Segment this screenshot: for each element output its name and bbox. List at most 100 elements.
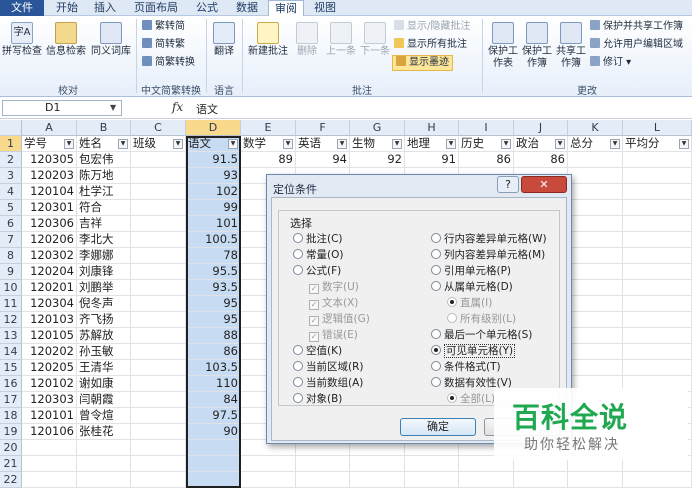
table-cell[interactable] bbox=[623, 200, 692, 216]
tab-insert[interactable]: 插入 bbox=[88, 0, 122, 16]
table-cell[interactable] bbox=[186, 472, 241, 488]
filter-dropdown-icon[interactable]: ▼ bbox=[610, 139, 620, 149]
table-cell[interactable]: 120204 bbox=[22, 264, 77, 280]
table-cell[interactable]: 杜学江 bbox=[77, 184, 131, 200]
table-cell[interactable]: 110 bbox=[186, 376, 241, 392]
table-cell[interactable] bbox=[568, 152, 623, 168]
tab-review[interactable]: 审阅 bbox=[268, 0, 304, 17]
previous-comment-button[interactable]: 上一条 bbox=[324, 22, 358, 58]
table-cell[interactable] bbox=[623, 168, 692, 184]
row-header[interactable]: 12 bbox=[0, 312, 22, 328]
filter-dropdown-icon[interactable]: ▼ bbox=[337, 139, 347, 149]
row-header[interactable]: 10 bbox=[0, 280, 22, 296]
table-cell[interactable]: 78 bbox=[186, 248, 241, 264]
tab-formulas[interactable]: 公式 bbox=[190, 0, 224, 16]
row-header[interactable]: 16 bbox=[0, 376, 22, 392]
checkbox-option[interactable]: ✓ 错误(E) bbox=[309, 329, 358, 342]
table-cell[interactable]: 91.5 bbox=[186, 152, 241, 168]
filter-dropdown-icon[interactable]: ▼ bbox=[228, 139, 238, 149]
table-cell[interactable]: 刘鹏举 bbox=[77, 280, 131, 296]
row-header[interactable]: 20 bbox=[0, 440, 22, 456]
table-cell[interactable] bbox=[22, 440, 77, 456]
table-cell[interactable] bbox=[131, 200, 186, 216]
track-changes-button[interactable]: 修订 ▾ bbox=[590, 56, 631, 70]
table-cell[interactable] bbox=[568, 472, 623, 488]
table-cell[interactable] bbox=[77, 440, 131, 456]
table-cell[interactable]: 94 bbox=[296, 152, 350, 168]
table-cell[interactable]: 120201 bbox=[22, 280, 77, 296]
delete-comment-button[interactable]: 删除 bbox=[292, 22, 322, 58]
table-cell[interactable] bbox=[131, 376, 186, 392]
radio-option[interactable]: 空值(K) bbox=[293, 345, 342, 358]
table-cell[interactable] bbox=[623, 312, 692, 328]
show-ink-button[interactable]: 显示墨迹 bbox=[392, 55, 453, 71]
table-cell[interactable]: 120206 bbox=[22, 232, 77, 248]
row-header[interactable]: 7 bbox=[0, 232, 22, 248]
table-cell[interactable] bbox=[623, 232, 692, 248]
table-cell[interactable]: 95.5 bbox=[186, 264, 241, 280]
formula-input[interactable]: 语文 bbox=[196, 101, 218, 117]
spell-check-button[interactable]: 字A 拼写检查 bbox=[2, 22, 42, 58]
table-cell[interactable]: 95 bbox=[186, 312, 241, 328]
radio-option[interactable]: 当前数组(A) bbox=[293, 377, 363, 390]
row-header[interactable]: 5 bbox=[0, 200, 22, 216]
row-header[interactable]: 21 bbox=[0, 456, 22, 472]
table-cell[interactable]: 120301 bbox=[22, 200, 77, 216]
row-header[interactable]: 8 bbox=[0, 248, 22, 264]
table-cell[interactable] bbox=[568, 280, 623, 296]
table-cell[interactable] bbox=[131, 472, 186, 488]
table-cell[interactable]: 101 bbox=[186, 216, 241, 232]
table-cell[interactable]: 包宏伟 bbox=[77, 152, 131, 168]
table-cell[interactable]: 张桂花 bbox=[77, 424, 131, 440]
next-comment-button[interactable]: 下一条 bbox=[358, 22, 392, 58]
row-header[interactable]: 14 bbox=[0, 344, 22, 360]
table-cell[interactable] bbox=[131, 168, 186, 184]
show-hide-comment-button[interactable]: 显示/隐藏批注 bbox=[394, 20, 470, 34]
row-header[interactable]: 18 bbox=[0, 408, 22, 424]
table-cell[interactable]: 120101 bbox=[22, 408, 77, 424]
table-cell[interactable] bbox=[623, 280, 692, 296]
table-cell[interactable] bbox=[623, 248, 692, 264]
table-cell[interactable]: 86 bbox=[459, 152, 514, 168]
table-cell[interactable]: 120305 bbox=[22, 152, 77, 168]
table-cell[interactable]: 88 bbox=[186, 328, 241, 344]
filter-dropdown-icon[interactable]: ▼ bbox=[555, 139, 565, 149]
table-cell[interactable]: 120302 bbox=[22, 248, 77, 264]
table-cell[interactable]: 102 bbox=[186, 184, 241, 200]
table-cell[interactable] bbox=[623, 472, 692, 488]
checkbox-option[interactable]: ✓ 数字(U) bbox=[309, 281, 359, 294]
row-header[interactable]: 11 bbox=[0, 296, 22, 312]
table-cell[interactable] bbox=[131, 360, 186, 376]
share-workbook-button[interactable]: 共享工作簿 bbox=[554, 22, 588, 70]
table-cell[interactable] bbox=[350, 456, 405, 472]
table-cell[interactable] bbox=[131, 248, 186, 264]
table-cell[interactable]: 99 bbox=[186, 200, 241, 216]
tab-data[interactable]: 数据 bbox=[230, 0, 264, 16]
radio-option[interactable]: 所有级别(L) bbox=[447, 313, 516, 326]
table-cell[interactable] bbox=[131, 264, 186, 280]
row-header[interactable]: 1 bbox=[0, 136, 22, 152]
table-cell[interactable]: 李娜娜 bbox=[77, 248, 131, 264]
table-cell[interactable]: 孙玉敏 bbox=[77, 344, 131, 360]
table-cell[interactable]: 84 bbox=[186, 392, 241, 408]
column-header[interactable]: D bbox=[186, 120, 241, 136]
table-cell[interactable]: 120205 bbox=[22, 360, 77, 376]
radio-option[interactable]: 条件格式(T) bbox=[431, 361, 501, 374]
table-cell[interactable] bbox=[568, 200, 623, 216]
trad-to-simp-button[interactable]: 繁转简 bbox=[142, 20, 185, 34]
table-cell[interactable] bbox=[296, 472, 350, 488]
tab-view[interactable]: 视图 bbox=[308, 0, 342, 16]
table-cell[interactable] bbox=[568, 184, 623, 200]
column-header[interactable]: F bbox=[296, 120, 350, 136]
radio-option[interactable]: 直属(I) bbox=[447, 297, 492, 310]
table-cell[interactable] bbox=[131, 280, 186, 296]
table-cell[interactable] bbox=[77, 472, 131, 488]
column-header[interactable]: B bbox=[77, 120, 131, 136]
table-cell[interactable] bbox=[131, 232, 186, 248]
table-cell[interactable]: 86 bbox=[514, 152, 568, 168]
table-cell[interactable]: 曾令煊 bbox=[77, 408, 131, 424]
radio-option[interactable]: 从属单元格(D) bbox=[431, 281, 513, 294]
filter-dropdown-icon[interactable]: ▼ bbox=[283, 139, 293, 149]
simp-to-trad-button[interactable]: 简转繁 bbox=[142, 38, 185, 52]
radio-option[interactable]: 当前区域(R) bbox=[293, 361, 364, 374]
